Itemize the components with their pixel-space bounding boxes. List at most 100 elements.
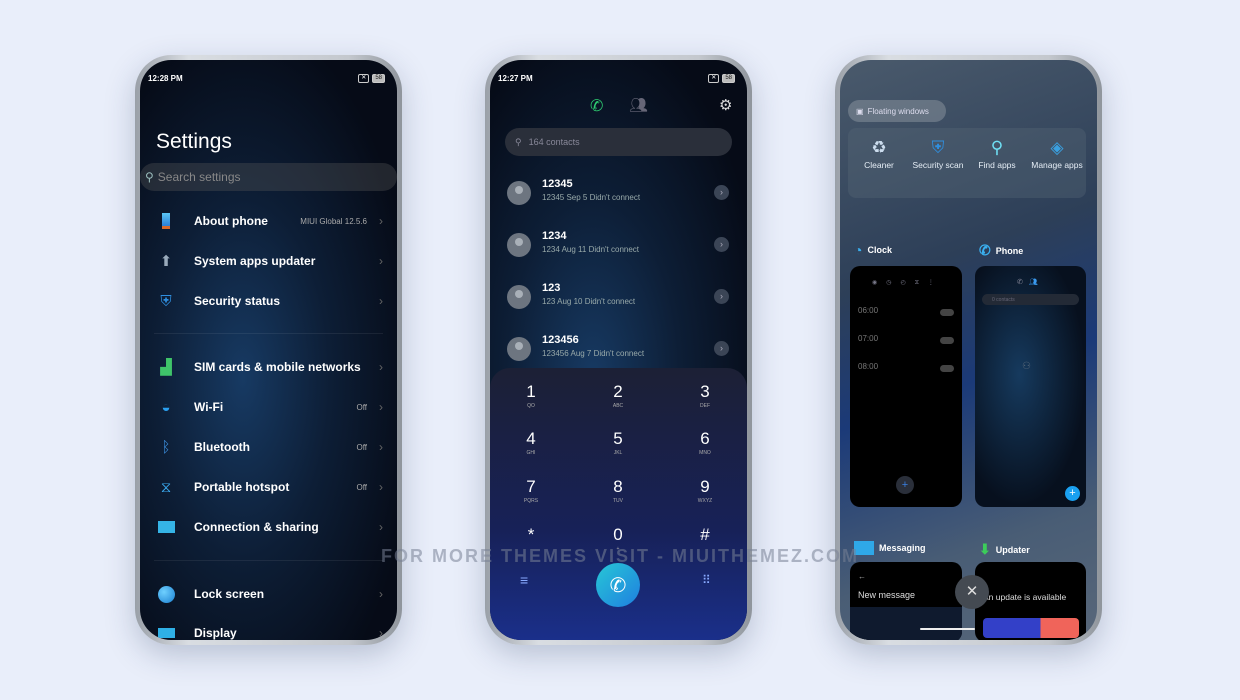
details-arrow-icon[interactable]: › <box>714 289 729 304</box>
key-letters: ABC <box>612 403 624 409</box>
key-letters: GHI <box>526 450 536 456</box>
settings-item-sim-cards[interactable]: ▟ SIM cards & mobile networks › <box>140 347 397 387</box>
sim-icon: ✕ <box>708 74 720 83</box>
key-digit: 6 <box>700 429 710 448</box>
avatar <box>507 181 531 205</box>
settings-item-wifi[interactable]: ◒ Wi-Fi Off › <box>140 387 397 427</box>
dialpad-toggle-icon[interactable]: ⠿ <box>702 573 711 587</box>
shortcut-cleaner[interactable]: ♻ Cleaner <box>849 138 909 170</box>
settings-item-connection-sharing[interactable]: Connection & sharing › <box>140 507 397 547</box>
signal-icon: ▟ <box>160 359 172 376</box>
dialpad-key-6[interactable]: 6 MNO <box>680 429 730 456</box>
menu-icon[interactable]: ≡ <box>520 572 528 588</box>
search-icon: ⚲ <box>990 138 1004 157</box>
dialpad-key-3[interactable]: 3 DEF <box>680 382 730 409</box>
call-name: 123456 <box>542 334 579 346</box>
dialpad-key-5[interactable]: 5 JKL <box>593 429 643 456</box>
value: Off <box>356 482 367 492</box>
call-log-row[interactable]: 123 123 Aug 10 Didn't connect › <box>490 277 747 321</box>
key-letters: MNO <box>699 450 711 456</box>
cleaner-icon: ♻ <box>871 138 887 157</box>
person-icon: ⚇ <box>1022 361 1031 372</box>
key-digit: 1 <box>526 382 536 401</box>
close-all-button[interactable]: ✕ <box>955 575 989 609</box>
search-input[interactable]: ⚲ Search settings <box>140 163 397 191</box>
dialpad-key-hash[interactable]: # <box>680 525 730 546</box>
call-name: 12345 <box>542 178 573 190</box>
settings-item-bluetooth[interactable]: ᛒ Bluetooth Off › <box>140 427 397 467</box>
dialpad-key-1[interactable]: 1 QO <box>506 382 556 409</box>
display-icon <box>156 623 176 640</box>
settings-item-security-status[interactable]: ⛨ Security status › <box>140 281 397 321</box>
call-log-row[interactable]: 12345 12345 Sep 5 Didn't connect › <box>490 173 747 217</box>
battery-icon: 58 <box>722 74 735 83</box>
tab-contacts-icon[interactable]: 👥︎ <box>629 96 648 114</box>
details-arrow-icon[interactable]: › <box>714 237 729 252</box>
add-alarm-icon: + <box>896 476 914 494</box>
phone-app-card[interactable]: ✆ 👥︎ 0 contacts ⚇ + <box>975 266 1086 507</box>
label: Find apps <box>978 160 1016 170</box>
settings-item-hotspot[interactable]: ⧖ Portable hotspot Off › <box>140 467 397 507</box>
clock-tabs: ◉◷◴⧖⋮ <box>872 280 943 286</box>
alarm-time: 07:00 <box>858 334 879 343</box>
phone-app-header: ✆ Phone <box>979 242 1023 259</box>
settings-item-display[interactable]: Display › <box>140 613 397 640</box>
label: Cleaner <box>864 160 894 170</box>
dialpad-key-2[interactable]: 2 ABC <box>593 382 643 409</box>
key-digit: 2 <box>613 382 623 401</box>
search-input[interactable]: ⚲ 164 contacts <box>505 128 732 156</box>
gear-icon[interactable]: ⚙ <box>719 96 732 114</box>
call-detail: 1234 Aug 11 Didn't connect <box>542 245 640 254</box>
avatar <box>507 285 531 309</box>
updater-app-card[interactable]: An update is available <box>975 562 1086 640</box>
details-arrow-icon[interactable]: › <box>714 341 729 356</box>
call-log-row[interactable]: 123456 123456 Aug 7 Didn't connect › <box>490 329 747 373</box>
key-letters: JKL <box>613 450 623 456</box>
search-placeholder: 164 contacts <box>528 137 580 147</box>
key-digit: 5 <box>613 429 623 448</box>
alarm-toggle[interactable] <box>940 309 954 316</box>
details-arrow-icon[interactable]: › <box>714 185 729 200</box>
call-detail: 12345 Sep 5 Didn't connect <box>542 193 641 202</box>
chevron-right-icon: › <box>379 440 383 454</box>
value: Off <box>356 442 367 452</box>
clock-app-card[interactable]: ◉◷◴⧖⋮ 06:00 07:00 08:00 + <box>850 266 962 507</box>
dialpad-key-4[interactable]: 4 GHI <box>506 429 556 456</box>
search-icon: ⚲ <box>515 136 522 147</box>
tab-calls-phone-icon[interactable]: ✆ <box>590 96 603 116</box>
settings-item-about-phone[interactable]: About phone MIUI Global 12.5.6 › <box>140 201 397 241</box>
shortcut-manage-apps[interactable]: ◈ Manage apps <box>1027 138 1087 170</box>
shortcut-panel: ♻ Cleaner ⛨ Security scan ⚲ Find apps ◈ Mana… <box>848 128 1086 198</box>
key-letters: PQRS <box>523 498 539 504</box>
phone-tabs: ✆ 👥︎ <box>1017 279 1038 286</box>
label: Security scan <box>912 160 964 170</box>
dialpad-key-8[interactable]: 8 TUV <box>593 477 643 504</box>
avatar <box>507 337 531 361</box>
label: About phone <box>194 214 268 228</box>
dialpad-key-star[interactable]: * <box>506 525 556 546</box>
update-banner <box>983 618 1079 638</box>
settings-item-system-apps-updater[interactable]: ⬆ System apps updater › <box>140 241 397 281</box>
clock-app-header: ◔ Clock <box>854 242 892 258</box>
label: Floating windows <box>867 106 929 116</box>
home-indicator <box>920 628 975 630</box>
status-time: 12:27 PM <box>498 74 533 83</box>
recipient-area <box>850 607 962 640</box>
call-button[interactable]: ✆ <box>596 563 640 607</box>
dialpad-key-9[interactable]: 9 WXYZ <box>680 477 730 504</box>
call-log-row[interactable]: 1234 1234 Aug 11 Didn't connect › <box>490 225 747 269</box>
phone-icon: ✆ <box>609 574 627 597</box>
security-scan-icon: ⛨ <box>931 138 945 157</box>
phone-icon <box>156 211 176 231</box>
alarm-toggle[interactable] <box>940 365 954 372</box>
floating-windows-button[interactable]: ▣ Floating windows <box>848 100 946 122</box>
key-digit: 0 <box>613 525 623 544</box>
shortcut-security-scan[interactable]: ⛨ Security scan <box>908 138 968 170</box>
settings-item-lock-screen[interactable]: Lock screen › <box>140 574 397 614</box>
shortcut-find-apps[interactable]: ⚲ Find apps <box>967 138 1027 170</box>
bluetooth-icon: ᛒ <box>161 438 171 456</box>
alarm-toggle[interactable] <box>940 337 954 344</box>
key-digit: # <box>700 525 710 544</box>
dialpad-key-7[interactable]: 7 PQRS <box>506 477 556 504</box>
chevron-right-icon: › <box>379 294 383 308</box>
